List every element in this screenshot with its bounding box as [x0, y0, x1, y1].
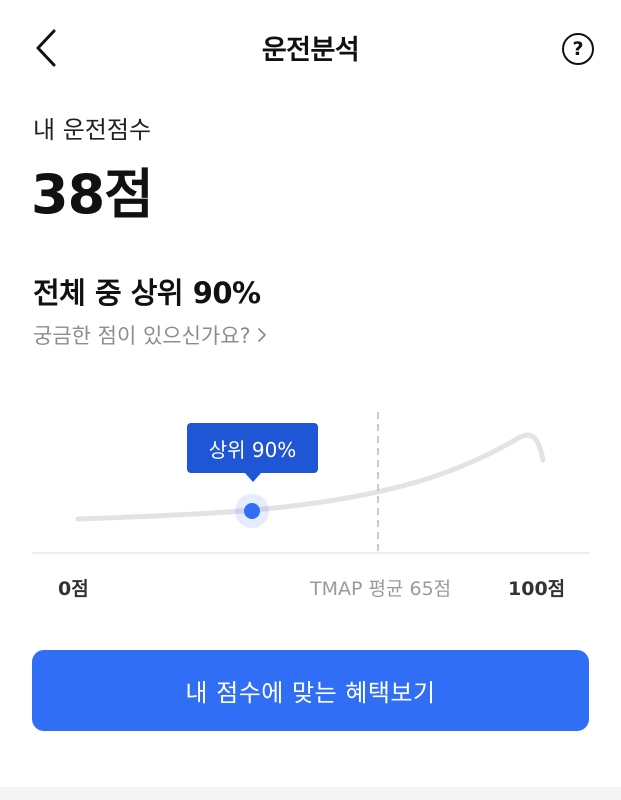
chevron-right-icon	[257, 327, 267, 343]
score-tooltip: 상위 90%	[187, 423, 318, 482]
header: 운전분석 ?	[0, 0, 621, 96]
page-title: 운전분석	[261, 35, 360, 66]
benefits-button[interactable]: 내 점수에 맞는 혜택보기	[32, 650, 589, 731]
score-label: 내 운전점수	[33, 116, 152, 144]
help-icon[interactable]: ?	[562, 33, 594, 65]
axis-max-label: 100점	[508, 578, 566, 600]
score-marker	[244, 503, 260, 519]
question-link[interactable]: 궁금한 점이 있으신가요?	[33, 320, 267, 350]
axis-average-label: TMAP 평균 65점	[310, 578, 452, 600]
question-link-label: 궁금한 점이 있으신가요?	[33, 324, 251, 348]
axis-min-label: 0점	[58, 578, 89, 600]
score-value: 38점	[31, 163, 154, 226]
ranking-text: 전체 중 상위 90%	[33, 276, 261, 310]
bottom-divider	[0, 787, 621, 800]
